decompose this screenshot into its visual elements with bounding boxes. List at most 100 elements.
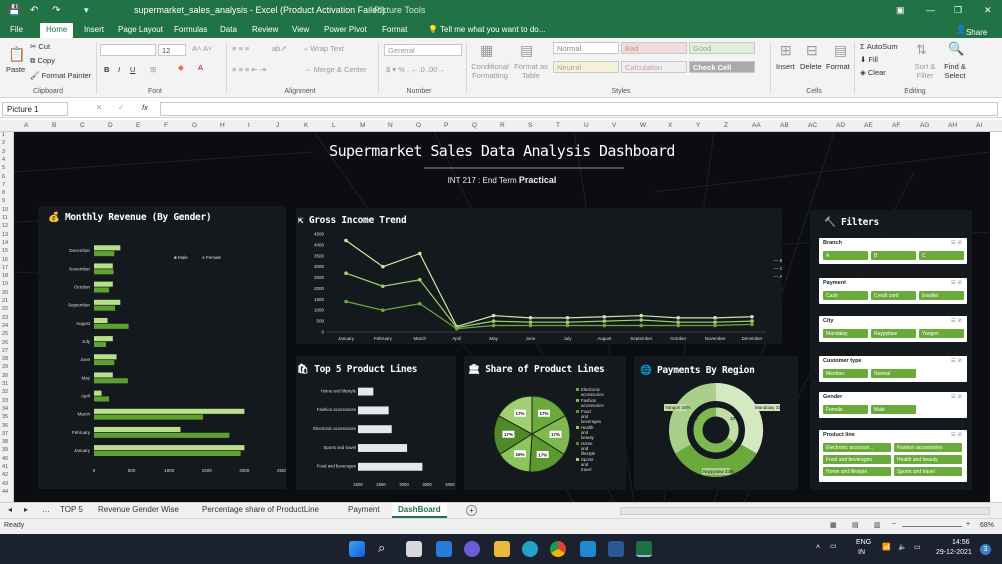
tab-format[interactable]: Format [382,25,407,34]
ribbon-display-icon[interactable]: ▣ [896,5,905,16]
formula-input[interactable] [160,102,998,116]
filter-chip[interactable]: Home and lifestyle [823,467,891,476]
paste-button[interactable]: Paste [6,65,25,74]
filter-chip[interactable]: Cash [823,291,868,300]
language-code[interactable]: ENG [856,539,871,546]
tab-home[interactable]: Home [40,23,74,38]
tray-chevron-icon[interactable]: ˄ [816,544,820,551]
column-header[interactable]: A [24,122,28,129]
column-header[interactable]: AE [864,122,873,129]
row-header[interactable]: 40 [2,456,8,462]
name-box[interactable]: Picture 1 [2,102,68,116]
column-header[interactable]: R [500,122,505,129]
clock-time[interactable]: 14:56 [952,539,970,546]
column-header[interactable]: K [304,122,308,129]
column-header[interactable]: Q [472,122,477,129]
tray-app-icon[interactable]: ▭ [830,542,837,550]
filter-clear-icon[interactable]: ☰ ⊘ [951,358,962,364]
column-header[interactable]: I [248,122,250,129]
zoom-level[interactable]: 68% [980,522,994,529]
row-header[interactable]: 7 [2,182,5,188]
clock-date[interactable]: 29-12-2021 [936,549,972,556]
column-header[interactable]: P [444,122,448,129]
column-header[interactable]: Z [724,122,728,129]
clear-button[interactable]: ◈ Clear [860,68,886,77]
sheet-tab-revenue-gender[interactable]: Revenue Gender Wise [98,505,179,514]
filter-chip[interactable]: Member [823,369,868,378]
column-header[interactable]: G [192,122,197,129]
row-header[interactable]: 3 [2,149,5,155]
column-header[interactable]: T [556,122,560,129]
row-header[interactable]: 35 [2,414,8,420]
filter-chip[interactable]: Normal [871,369,916,378]
row-header[interactable]: 28 [2,356,8,362]
row-header[interactable]: 4 [2,157,5,163]
vscode-icon[interactable] [580,541,596,557]
column-header[interactable]: C [80,122,85,129]
tab-data[interactable]: Data [220,25,237,34]
row-header[interactable]: 19 [2,281,8,287]
filter-chip[interactable]: Naypyitaw [871,329,916,338]
notification-badge[interactable]: 3 [980,544,991,555]
column-header[interactable]: AI [976,122,982,129]
column-header[interactable]: E [136,122,140,129]
row-header[interactable]: 24 [2,323,8,329]
insert-cells-button[interactable]: Insert [776,62,795,71]
row-header[interactable]: 30 [2,373,8,379]
share-button[interactable]: 👤 Share [956,25,987,37]
sheet-tab-dashboard[interactable]: DashBoard [392,503,447,518]
teams-chat-icon[interactable] [464,541,480,557]
filter-chip[interactable]: Credit card [871,291,916,300]
column-header[interactable]: V [612,122,616,129]
borders-icon[interactable]: ⊞ [150,65,156,74]
row-header[interactable]: 23 [2,315,8,321]
bold-button[interactable]: B [104,65,109,74]
format-cells-icon[interactable]: ▤ [834,42,847,59]
undo-icon[interactable]: ↶ [30,5,38,16]
filter-clear-icon[interactable]: ☰ ⊘ [951,432,962,438]
column-header[interactable]: AG [920,122,929,129]
row-header[interactable]: 38 [2,439,8,445]
column-header[interactable]: F [164,122,168,129]
dashboard-picture[interactable]: Supermarket Sales Data Analysis Dashboar… [14,132,990,502]
row-header[interactable]: 2 [2,140,5,146]
column-header[interactable]: AF [892,122,900,129]
page-break-view-icon[interactable]: ▥ [874,521,881,529]
zoom-out-icon[interactable]: − [892,521,896,528]
row-header[interactable]: 12 [2,223,8,229]
conditional-formatting-icon[interactable]: ▦ [480,42,493,59]
filter-clear-icon[interactable]: ☰ ⊘ [951,318,962,324]
row-header[interactable]: 42 [2,472,8,478]
more-sheets-icon[interactable]: … [42,505,50,514]
row-header[interactable]: 8 [2,190,5,196]
tab-insert[interactable]: Insert [84,25,104,34]
column-header[interactable]: B [52,122,56,129]
row-header[interactable]: 43 [2,481,8,487]
battery-icon[interactable]: ▭ [914,543,921,551]
format-cells-button[interactable]: Format [826,62,850,71]
font-size-input[interactable]: 12 [158,44,186,56]
zoom-in-icon[interactable]: + [966,521,970,528]
column-header[interactable]: AB [780,122,789,129]
column-header[interactable]: AA [752,122,761,129]
filter-chip[interactable]: Ewallet [919,291,964,300]
row-header[interactable]: 21 [2,298,8,304]
row-header[interactable]: 44 [2,489,8,495]
fill-color-icon[interactable]: ◆ [178,63,184,72]
edge-icon[interactable] [522,541,538,557]
style-normal[interactable]: Normal [553,42,619,54]
row-header[interactable]: 26 [2,340,8,346]
row-header[interactable]: 9 [2,198,5,204]
filter-chip[interactable]: A [823,251,868,260]
filter-chip[interactable]: Yangon [919,329,964,338]
zoom-slider[interactable] [902,526,962,527]
paste-icon[interactable]: 📋 [8,46,25,63]
maximize-icon[interactable]: ❐ [954,5,962,16]
next-sheet-icon[interactable]: ▸ [24,505,28,514]
wifi-icon[interactable]: 📶 [882,543,891,551]
align-top-icon[interactable]: ≡ ≡ ≡ [232,44,249,53]
row-header[interactable]: 15 [2,248,8,254]
save-icon[interactable]: 💾 [8,5,20,16]
column-header[interactable]: AH [948,122,957,129]
filter-chip[interactable]: Mandalay [823,329,868,338]
